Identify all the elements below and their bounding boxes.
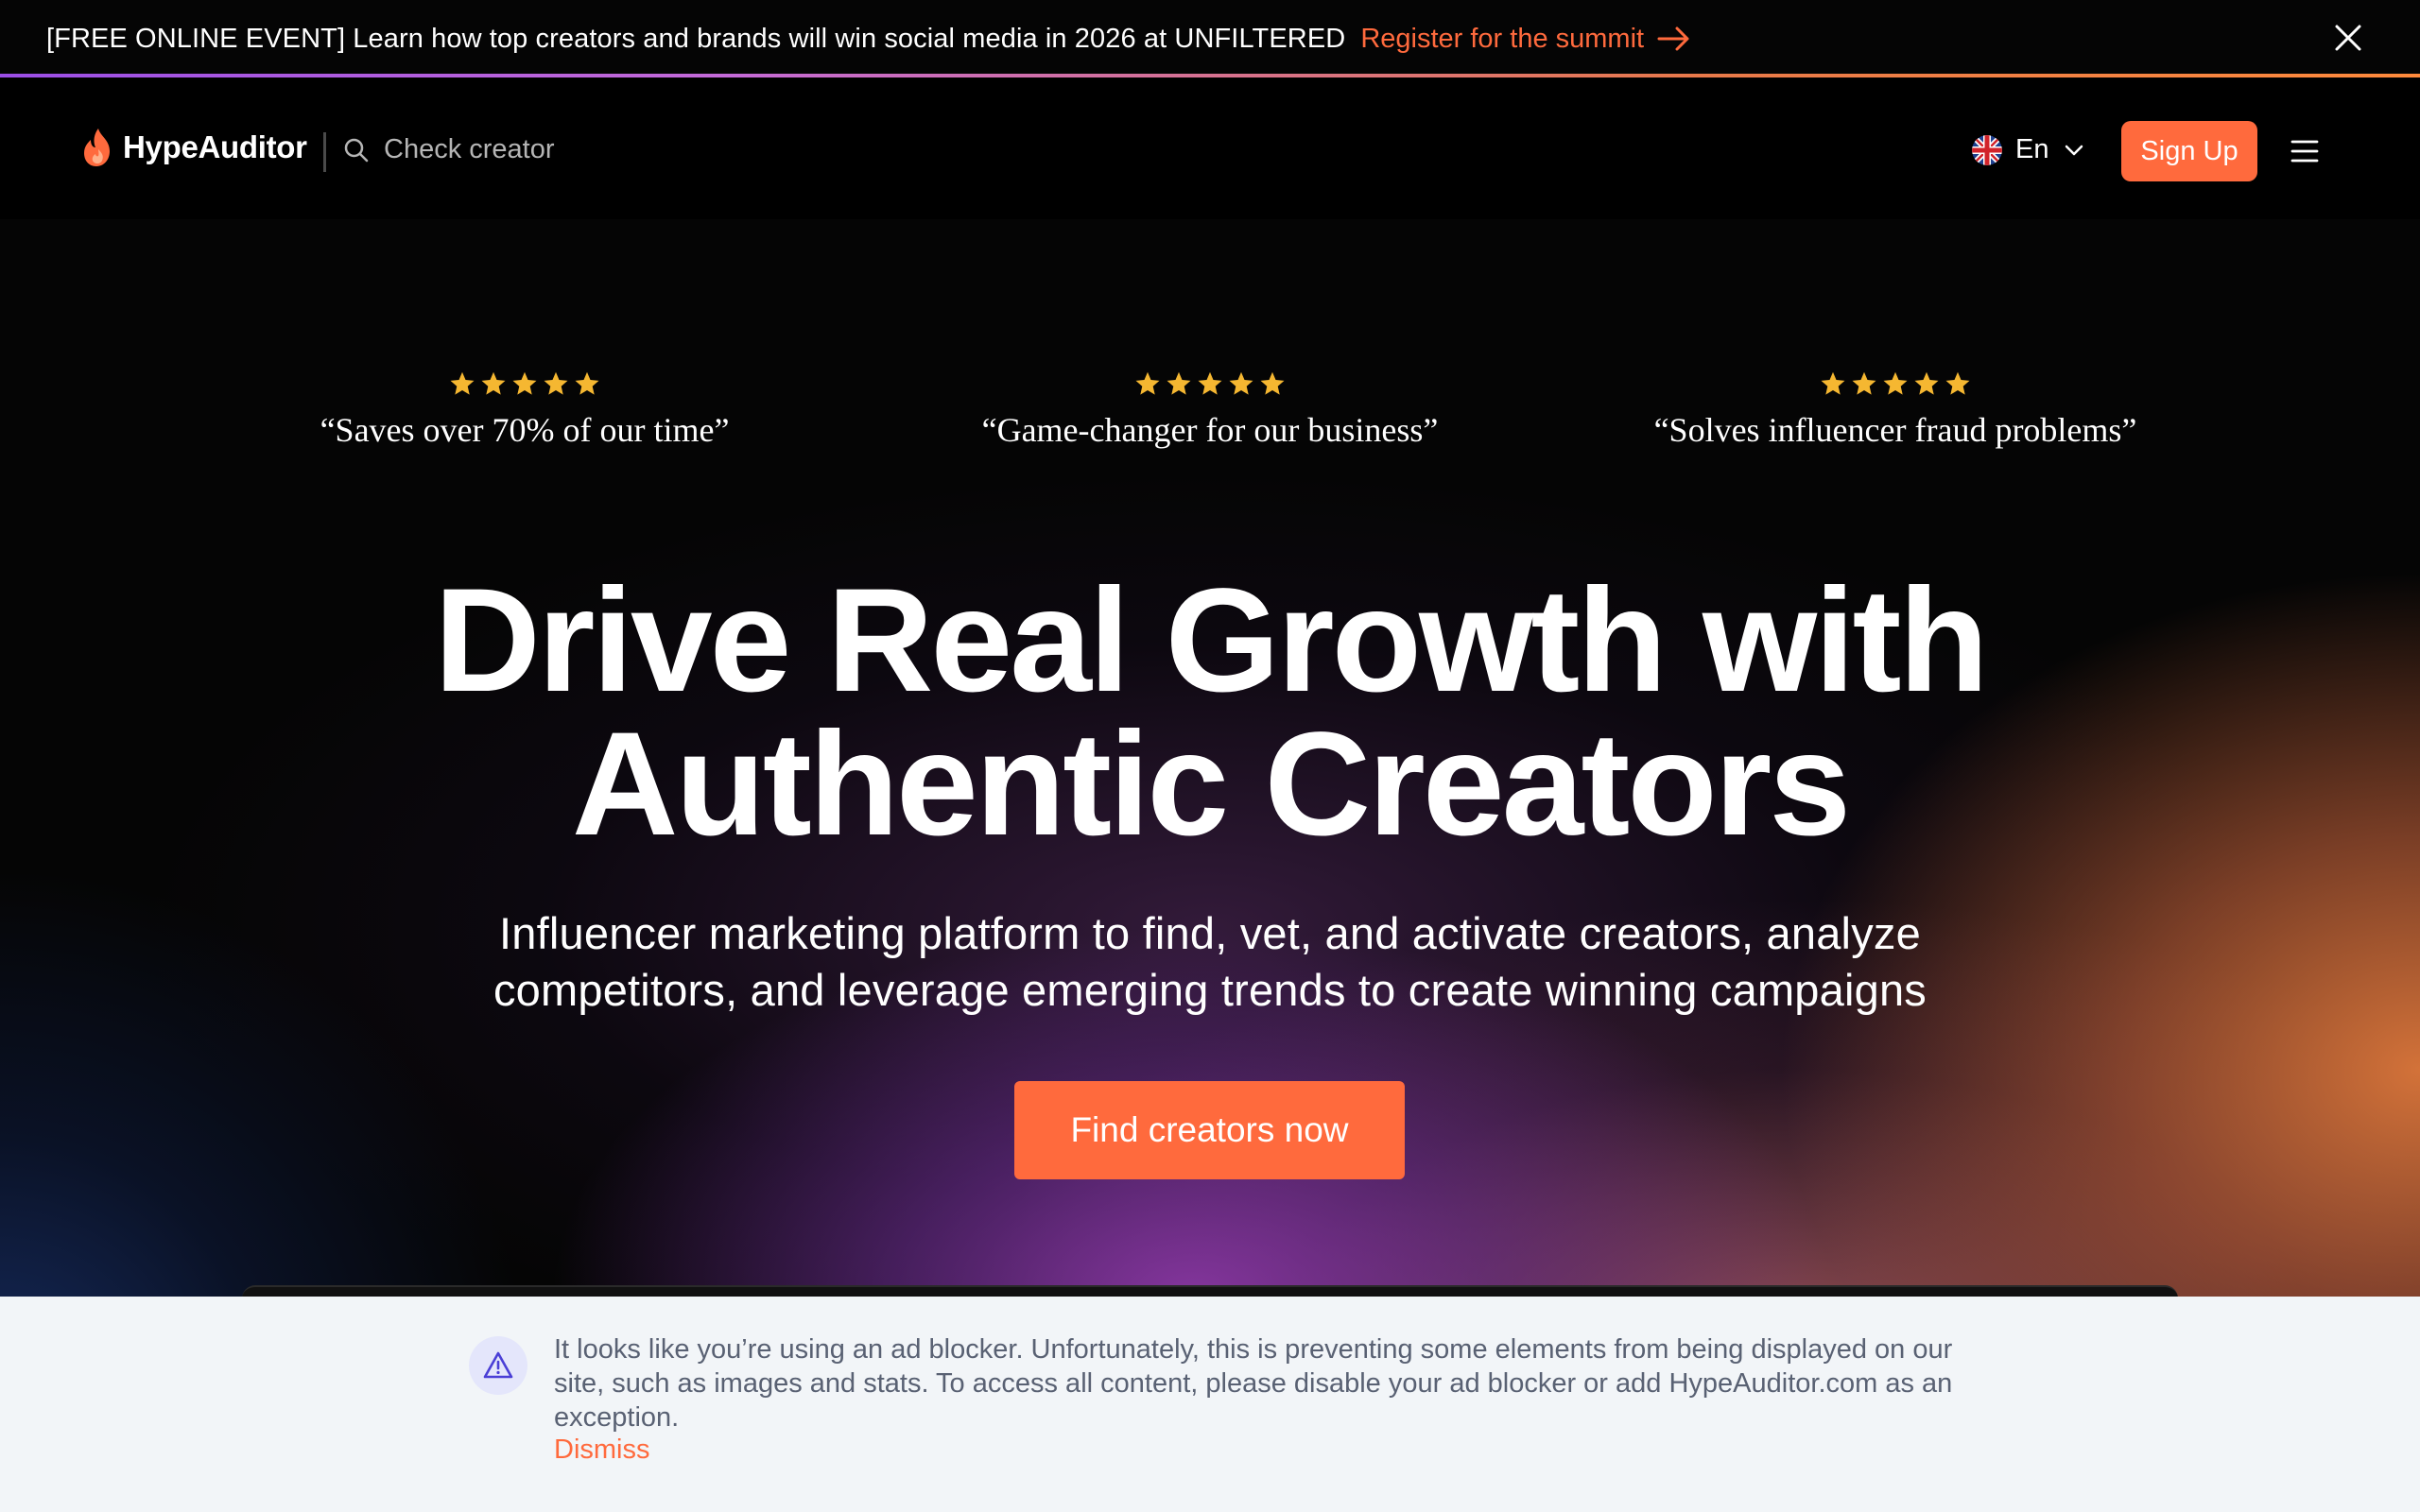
close-icon[interactable] [2331,21,2365,55]
star-icon [1821,371,1845,395]
hero-subheading: Influencer marketing platform to find, v… [0,905,2420,1019]
star-icon [1229,371,1253,395]
find-creators-button[interactable]: Find creators now [1014,1081,1405,1179]
review-quote: “Solves influencer fraud problems” [1653,411,2137,449]
star-icon [1135,371,1160,395]
register-summit-link[interactable]: Register for the summit [1360,24,1691,55]
arrow-right-icon [1657,26,1689,51]
star-rating [1612,370,2179,397]
hamburger-icon[interactable] [2290,136,2320,166]
subhead-line-1: Influencer marketing platform to find, v… [499,908,1921,958]
uk-flag-icon [1972,134,2002,165]
star-icon [575,371,599,395]
sign-up-button[interactable]: Sign Up [2121,121,2257,181]
star-icon [481,371,506,395]
warning-icon-badge [469,1336,527,1395]
top-navbar: HypeAuditor En Sign Up [0,77,2420,219]
flame-logo-icon [84,129,110,166]
search-input[interactable] [384,134,630,165]
star-icon [1914,371,1939,395]
register-summit-label: Register for the summit [1360,23,1645,54]
review-quote: “Game-changer for our business” [981,411,1439,449]
dismiss-link[interactable]: Dismiss [554,1435,650,1466]
star-icon [1198,371,1222,395]
headline-line-2: Authentic Creators [571,702,1851,867]
headline-line-1: Drive Real Growth with [434,558,1989,723]
search-box[interactable] [342,134,630,165]
review-card: “Game-changer for our business” [926,370,1494,450]
promo-banner: [FREE ONLINE EVENT] Learn how top creato… [0,0,2420,77]
star-icon [544,371,568,395]
search-icon [344,138,369,162]
language-selector[interactable]: En [1972,134,2086,165]
star-icon [1167,371,1191,395]
logo-text: HypeAuditor [123,129,307,164]
star-icon [1852,371,1876,395]
reviews-row: “Saves over 70% of our time” “Game-chang… [0,370,2420,484]
subhead-line-2: competitors, and leverage emerging trend… [493,965,1927,1015]
review-card: “Solves influencer fraud problems” [1612,370,2179,450]
adblock-notice: It looks like you’re using an ad blocker… [0,1297,2420,1512]
language-label: En [2015,134,2049,164]
star-icon [1945,371,1970,395]
star-icon [512,371,537,395]
star-icon [450,371,475,395]
review-quote: “Saves over 70% of our time” [320,411,730,449]
promo-text: [FREE ONLINE EVENT] Learn how top creato… [46,23,1346,54]
nav-divider [323,132,326,172]
logo[interactable]: HypeAuditor [81,127,307,168]
star-icon [1883,371,1908,395]
star-rating [241,370,808,397]
adblock-message: It looks like you’re using an ad blocker… [554,1334,1953,1433]
star-icon [1260,371,1285,395]
hero-headline: Drive Real Growth with Authentic Creator… [0,567,2420,858]
warning-icon [483,1351,513,1379]
chevron-down-icon [2066,145,2083,155]
star-rating [926,370,1494,397]
review-card: “Saves over 70% of our time” [241,370,808,450]
